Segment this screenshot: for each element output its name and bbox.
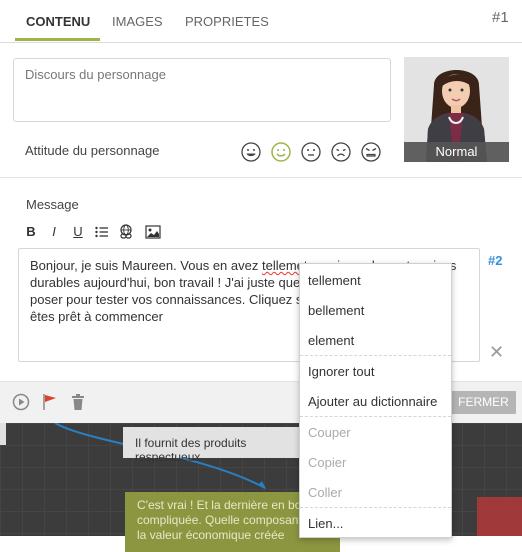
active-tab-indicator <box>15 38 100 41</box>
tab-bar: CONTENU IMAGES PROPRIETES #1 <box>0 0 522 43</box>
link-item[interactable]: Lien... <box>308 516 343 531</box>
tab-proprietes[interactable]: PROPRIETES <box>185 14 269 29</box>
ignore-all-item[interactable]: Ignorer tout <box>308 364 375 379</box>
list-icon[interactable] <box>94 224 110 240</box>
step-number-badge: #1 <box>492 9 509 26</box>
message-label: Message <box>26 197 79 212</box>
spellcheck-context-menu: tellement bellement element Ignorer tout… <box>299 263 452 538</box>
suggestion-element[interactable]: element <box>308 333 354 348</box>
trash-icon[interactable] <box>70 393 86 411</box>
scenario-card-1[interactable]: Il fournit des produits respectueux <box>123 427 323 464</box>
portrait-caption: Normal <box>404 142 509 162</box>
fermer-button[interactable]: FERMER <box>451 391 516 414</box>
close-icon[interactable]: ✕ <box>489 342 504 363</box>
discours-input[interactable]: Discours du personnage <box>13 58 391 122</box>
message-text-start: Bonjour, je suis Maureen. Vous en avez <box>30 258 262 273</box>
scenario-card-3[interactable] <box>477 497 522 536</box>
sad-face-icon[interactable] <box>331 142 351 162</box>
character-portrait[interactable]: Normal <box>404 57 509 162</box>
section-divider <box>0 177 522 178</box>
menu-separator <box>300 416 451 418</box>
tab-images[interactable]: IMAGES <box>112 14 163 29</box>
underline-button[interactable]: U <box>70 224 86 240</box>
happy-face-icon[interactable] <box>241 142 261 162</box>
image-icon[interactable] <box>145 224 161 240</box>
neutral-face-icon[interactable] <box>301 142 321 162</box>
paste-item[interactable]: Coller <box>308 485 342 500</box>
step-number-badge-2: #2 <box>488 253 503 268</box>
add-to-dictionary-item[interactable]: Ajouter au dictionnaire <box>308 394 437 409</box>
suggestion-bellement[interactable]: bellement <box>308 303 364 318</box>
suggestion-tellement[interactable]: tellement <box>308 273 361 288</box>
bold-button[interactable]: B <box>23 224 39 240</box>
link-icon[interactable] <box>118 224 134 240</box>
copy-item[interactable]: Copier <box>308 455 346 470</box>
tab-contenu[interactable]: CONTENU <box>26 14 90 29</box>
menu-separator <box>300 507 451 509</box>
play-icon[interactable] <box>12 393 30 411</box>
flag-icon[interactable] <box>42 393 58 411</box>
menu-separator <box>300 355 451 357</box>
cut-item[interactable]: Couper <box>308 425 351 440</box>
italic-button[interactable]: I <box>46 224 62 240</box>
angry-face-icon[interactable] <box>361 142 381 162</box>
smile-face-icon[interactable] <box>271 142 291 162</box>
attitude-label: Attitude du personnage <box>25 143 160 158</box>
